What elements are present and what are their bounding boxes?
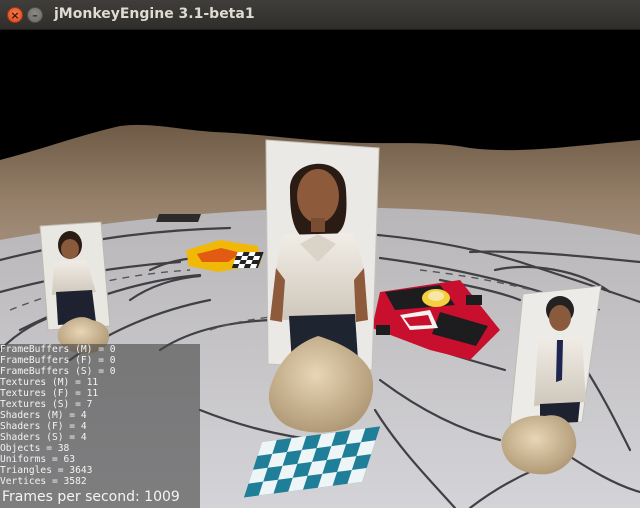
- stat-line: Shaders (M) = 4: [0, 410, 87, 421]
- photo-billboard-left: [39, 221, 111, 331]
- stat-line: FrameBuffers (S) = 0: [0, 366, 116, 377]
- stat-line: Textures (S) = 7: [0, 399, 93, 410]
- window-titlebar: × – jMonkeyEngine 3.1-beta1: [0, 0, 640, 30]
- minimize-icon: –: [32, 8, 38, 22]
- stat-line: FrameBuffers (F) = 0: [0, 355, 116, 366]
- close-icon: ×: [10, 8, 20, 22]
- photo-billboard-center: [265, 139, 380, 371]
- close-button[interactable]: ×: [7, 7, 23, 23]
- window-title: jMonkeyEngine 3.1-beta1: [54, 6, 255, 22]
- stat-line: Shaders (S) = 4: [0, 432, 87, 443]
- minimize-button[interactable]: –: [27, 7, 43, 23]
- stat-line: Objects = 38: [0, 443, 70, 454]
- stat-line: Shaders (F) = 4: [0, 421, 87, 432]
- stat-line: Triangles = 3643: [0, 465, 93, 476]
- stat-line: Textures (F) = 11: [0, 388, 99, 399]
- track-sticker-strip: [156, 214, 202, 222]
- stat-line: FrameBuffers (M) = 0: [0, 344, 116, 355]
- fps-counter: Frames per second: 1009: [2, 489, 180, 505]
- stat-line: Textures (M) = 11: [0, 377, 99, 388]
- stat-line: Uniforms = 63: [0, 454, 76, 465]
- stat-line: Vertices = 3582: [0, 476, 87, 487]
